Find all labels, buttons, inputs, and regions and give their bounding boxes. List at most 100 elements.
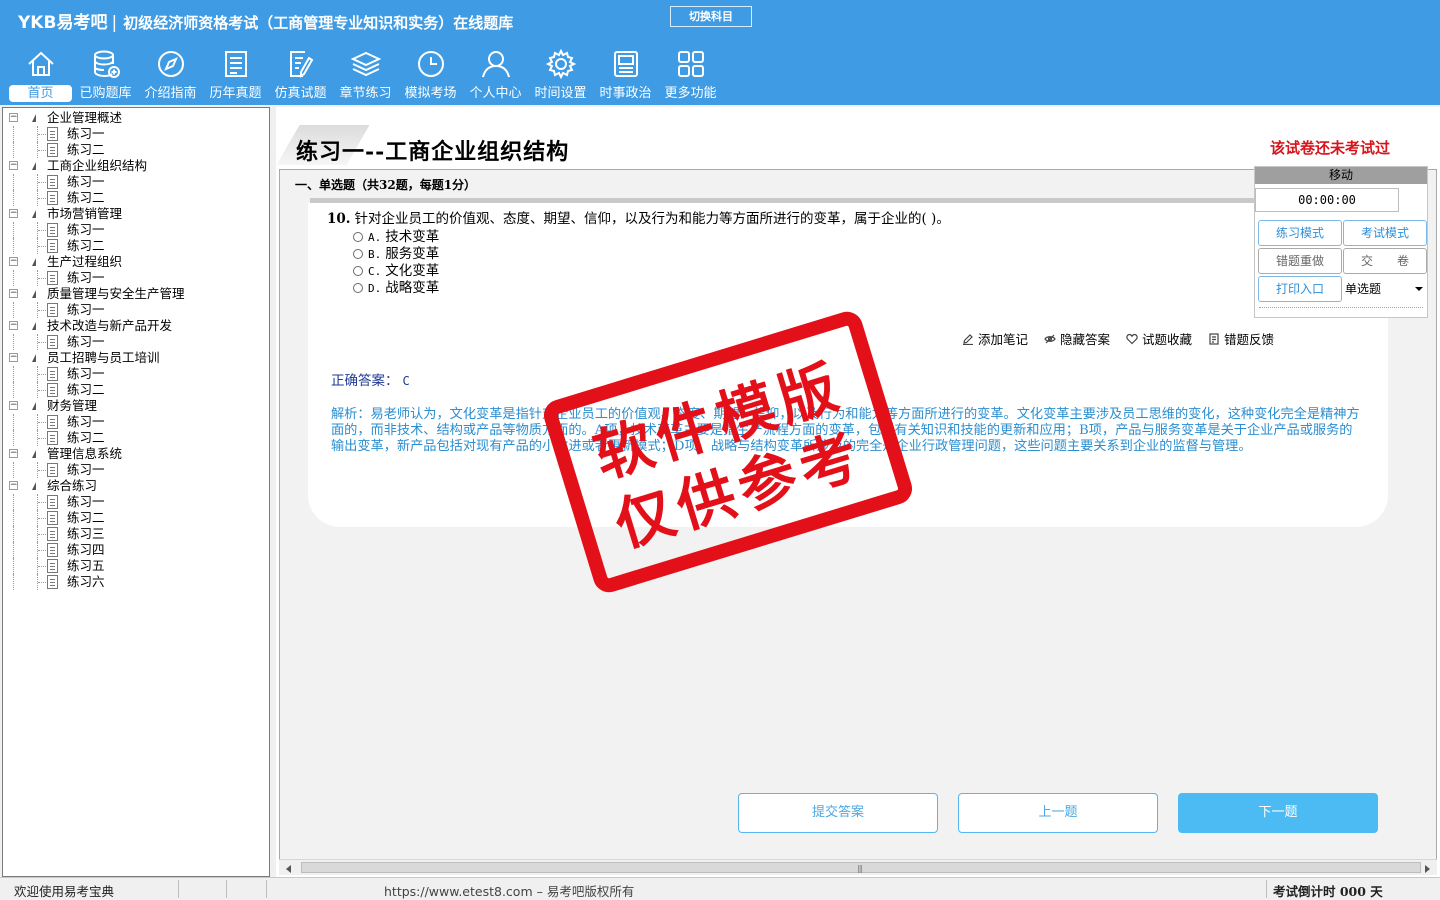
tree-exercise-label: 练习二 bbox=[67, 382, 105, 397]
tree-exercise-label: 练习二 bbox=[67, 238, 105, 253]
switch-subject-button[interactable]: 切换科目 bbox=[670, 6, 752, 27]
tree-exercise[interactable]: 练习一 bbox=[3, 270, 269, 286]
horizontal-scrollbar[interactable]: ||| bbox=[279, 859, 1437, 875]
exam-mode-button[interactable]: 考试模式 bbox=[1343, 220, 1427, 246]
practice-mode-button[interactable]: 练习模式 bbox=[1258, 220, 1342, 246]
collapse-toggle-icon[interactable]: − bbox=[9, 321, 18, 330]
tree-guide-line bbox=[13, 366, 14, 382]
collapse-toggle-icon[interactable]: − bbox=[9, 289, 18, 298]
radio-button[interactable] bbox=[353, 282, 363, 293]
collapse-toggle-icon[interactable]: − bbox=[9, 161, 18, 170]
tool-label: 添加笔记 bbox=[978, 332, 1029, 347]
chevron-down-icon bbox=[1415, 287, 1423, 291]
tree-exercise[interactable]: 练习二 bbox=[3, 142, 269, 158]
tree-exercise[interactable]: 练习一 bbox=[3, 174, 269, 190]
tree-guide-line bbox=[38, 246, 46, 247]
option-d[interactable]: D. 战略变革 bbox=[353, 276, 439, 296]
radio-button[interactable] bbox=[353, 248, 363, 259]
tree-exercise[interactable]: 练习一 bbox=[3, 126, 269, 142]
question-type-select[interactable]: 单选题 bbox=[1343, 278, 1427, 302]
option-b[interactable]: B. 服务变革 bbox=[353, 242, 439, 262]
collapse-toggle-icon[interactable]: − bbox=[9, 481, 18, 490]
nav-home[interactable]: 首页 bbox=[8, 44, 73, 104]
tree-chapter-label: 工商企业组织结构 bbox=[47, 158, 148, 173]
tree-exercise[interactable]: 练习二 bbox=[3, 190, 269, 206]
tree-exercise[interactable]: 练习四 bbox=[3, 542, 269, 558]
collapse-toggle-icon[interactable]: − bbox=[9, 401, 18, 410]
nav-personal-center[interactable]: 个人中心 bbox=[463, 44, 528, 104]
tree-chapter[interactable]: − 市场营销管理 bbox=[3, 206, 269, 222]
prev-question-button[interactable]: 上一题 bbox=[958, 793, 1158, 833]
collapse-toggle-icon[interactable]: − bbox=[9, 257, 18, 266]
submit-answer-button[interactable]: 提交答案 bbox=[738, 793, 938, 833]
radio-button[interactable] bbox=[353, 265, 363, 276]
redo-wrong-button[interactable]: 错题重做 bbox=[1258, 248, 1342, 274]
option-c[interactable]: C. 文化变革 bbox=[353, 259, 439, 279]
tree-exercise[interactable]: 练习五 bbox=[3, 558, 269, 574]
tree-chapter[interactable]: − 质量管理与安全生产管理 bbox=[3, 286, 269, 302]
collapse-toggle-icon[interactable]: − bbox=[9, 113, 18, 122]
tree-chapter[interactable]: − 工商企业组织结构 bbox=[3, 158, 269, 174]
tree-exercise[interactable]: 练习一 bbox=[3, 334, 269, 350]
nav-label: 历年真题 bbox=[209, 86, 262, 101]
tree-exercise[interactable]: 练习二 bbox=[3, 510, 269, 526]
hide-answer-button[interactable]: 隐藏答案 bbox=[1044, 329, 1110, 348]
pencil-icon bbox=[962, 333, 974, 346]
tree-exercise[interactable]: 练习一 bbox=[3, 366, 269, 382]
control-panel: 移动 00:00:00 练习模式 考试模式 错题重做 交 卷 打印入口 单选题 bbox=[1254, 166, 1428, 318]
status-divider bbox=[266, 880, 267, 898]
tree-exercise[interactable]: 练习二 bbox=[3, 238, 269, 254]
tree-chapter[interactable]: − 综合练习 bbox=[3, 478, 269, 494]
nav-mock-exam[interactable]: 模拟考场 bbox=[398, 44, 463, 104]
tree-exercise[interactable]: 练习一 bbox=[3, 494, 269, 510]
collapse-toggle-icon[interactable]: − bbox=[9, 449, 18, 458]
tree-chapter[interactable]: − 员工招聘与员工培训 bbox=[3, 350, 269, 366]
tree-exercise[interactable]: 练习一 bbox=[3, 302, 269, 318]
tree-chapter[interactable]: − 生产过程组织 bbox=[3, 254, 269, 270]
add-note-button[interactable]: 添加笔记 bbox=[962, 329, 1028, 348]
tree-guide-line bbox=[38, 550, 46, 551]
nav-chapter-practice[interactable]: 章节练习 bbox=[333, 44, 398, 104]
nav-more[interactable]: 更多功能 bbox=[658, 44, 723, 104]
nav-label: 模拟考场 bbox=[404, 86, 457, 101]
tree-chapter[interactable]: − 企业管理概述 bbox=[3, 110, 269, 126]
nav-purchased[interactable]: 已购题库 bbox=[73, 44, 138, 104]
document-icon bbox=[47, 223, 58, 237]
option-a[interactable]: A. 技术变革 bbox=[353, 225, 439, 245]
collapse-toggle-icon[interactable]: − bbox=[9, 209, 18, 218]
report-icon bbox=[1208, 333, 1220, 345]
tree-exercise[interactable]: 练习一 bbox=[3, 414, 269, 430]
tree-guide-line bbox=[13, 558, 14, 574]
edit-document-icon bbox=[289, 51, 313, 78]
tree-exercise[interactable]: 练习二 bbox=[3, 430, 269, 446]
scroll-right-icon[interactable] bbox=[1425, 865, 1430, 873]
tree-chapter[interactable]: − 技术改造与新产品开发 bbox=[3, 318, 269, 334]
move-handle[interactable]: 移动 bbox=[1255, 167, 1427, 184]
print-button[interactable]: 打印入口 bbox=[1258, 276, 1342, 302]
nav-label: 时事政治 bbox=[599, 86, 652, 101]
next-question-button[interactable]: 下一题 bbox=[1178, 793, 1378, 833]
favorite-button[interactable]: 试题收藏 bbox=[1126, 329, 1192, 348]
hand-in-button[interactable]: 交 卷 bbox=[1343, 248, 1427, 274]
nav-time-settings[interactable]: 时间设置 bbox=[528, 44, 593, 104]
brand-logo: YKB易考吧 bbox=[18, 13, 108, 33]
tree-guide-line bbox=[13, 574, 14, 590]
tree-chapter[interactable]: − 管理信息系统 bbox=[3, 446, 269, 462]
nav-guide[interactable]: 介绍指南 bbox=[138, 44, 203, 104]
tree-guide-line bbox=[38, 566, 46, 567]
scroll-left-icon[interactable] bbox=[286, 865, 291, 873]
tree-exercise[interactable]: 练习三 bbox=[3, 526, 269, 542]
tree-exercise[interactable]: 练习一 bbox=[3, 222, 269, 238]
nav-past-exams[interactable]: 历年真题 bbox=[203, 44, 268, 104]
tree-chapter[interactable]: − 财务管理 bbox=[3, 398, 269, 414]
tree-exercise[interactable]: 练习二 bbox=[3, 382, 269, 398]
tree-guide-line bbox=[38, 470, 46, 471]
tree-exercise[interactable]: 练习六 bbox=[3, 574, 269, 590]
tree-exercise[interactable]: 练习一 bbox=[3, 462, 269, 478]
collapse-toggle-icon[interactable]: − bbox=[9, 353, 18, 362]
tree-guide-line bbox=[13, 142, 14, 158]
radio-button[interactable] bbox=[353, 231, 363, 242]
nav-current-affairs[interactable]: 时事政治 bbox=[593, 44, 658, 104]
feedback-button[interactable]: 错题反馈 bbox=[1208, 329, 1274, 348]
nav-mock-questions[interactable]: 仿真试题 bbox=[268, 44, 333, 104]
